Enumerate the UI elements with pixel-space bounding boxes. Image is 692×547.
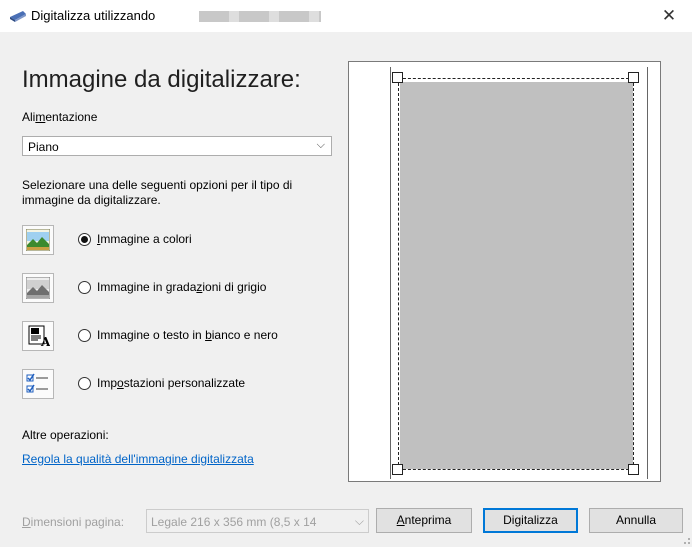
instruction-text-line2: immagine da digitalizzare. (22, 193, 161, 207)
radio-grayscale-picture[interactable] (78, 281, 91, 294)
option-label: Impostazioni personalizzate (97, 376, 246, 390)
crop-handle-top-left[interactable] (392, 72, 403, 83)
grayscale-picture-icon[interactable] (22, 273, 54, 303)
crop-handle-bottom-right[interactable] (628, 464, 639, 475)
option-label: Immagine o testo in bianco e nero (97, 328, 278, 342)
option-label: Immagine in gradazioni di grigio (97, 280, 267, 294)
instruction-text-line1: Selezionare una delle seguenti opzioni p… (22, 178, 293, 192)
resize-grip-icon[interactable] (680, 533, 690, 544)
page-size-label: Dimensioni pagina: (22, 515, 125, 529)
preview-button[interactable]: Anteprima (376, 508, 472, 533)
scanner-icon (9, 8, 27, 24)
chevron-down-icon: ⌵ (351, 514, 364, 529)
option-grayscale-picture[interactable]: Immagine in gradazioni di grigio (22, 273, 322, 303)
radio-black-white[interactable] (78, 329, 91, 342)
page-title: Immagine da digitalizzare: (22, 66, 301, 93)
crop-selection[interactable] (398, 78, 634, 470)
other-operations-label: Altre operazioni: (22, 428, 109, 442)
scan-button[interactable]: Digitalizza (483, 508, 578, 533)
color-picture-icon[interactable] (22, 225, 54, 255)
page-size-dropdown[interactable]: Legale 216 x 356 mm (8,5 x 14 ⌵ (146, 509, 369, 533)
title-bar: Digitalizza utilizzando ✕ (0, 0, 692, 32)
option-black-white[interactable]: A Immagine o testo in bianco e nero (22, 321, 322, 351)
adjust-quality-link[interactable]: Regola la qualità dell'immagine digitali… (22, 452, 254, 466)
page-size-value: Legale 216 x 356 mm (8,5 x 14 (151, 515, 317, 529)
chevron-down-icon: ⌵ (316, 139, 325, 151)
svg-text:A: A (40, 335, 50, 347)
window-title: Digitalizza utilizzando (31, 8, 156, 23)
cancel-button[interactable]: Annulla (589, 508, 683, 533)
option-label: Immagine a colori (97, 232, 192, 246)
radio-custom-settings[interactable] (78, 377, 91, 390)
feed-label: Alimentazione (22, 110, 98, 124)
crop-handle-bottom-left[interactable] (392, 464, 403, 475)
option-color-picture[interactable]: Immagine a colori (22, 225, 322, 255)
close-button[interactable]: ✕ (646, 0, 692, 32)
feed-dropdown[interactable]: Piano ⌵ (22, 136, 332, 156)
custom-settings-icon[interactable] (22, 369, 54, 399)
crop-handle-top-right[interactable] (628, 72, 639, 83)
redacted-device-name (199, 11, 321, 22)
radio-color-picture[interactable] (78, 233, 91, 246)
feed-dropdown-value: Piano (28, 140, 59, 154)
option-custom-settings[interactable]: Impostazioni personalizzate (22, 369, 322, 399)
black-white-text-icon[interactable]: A (22, 321, 54, 351)
